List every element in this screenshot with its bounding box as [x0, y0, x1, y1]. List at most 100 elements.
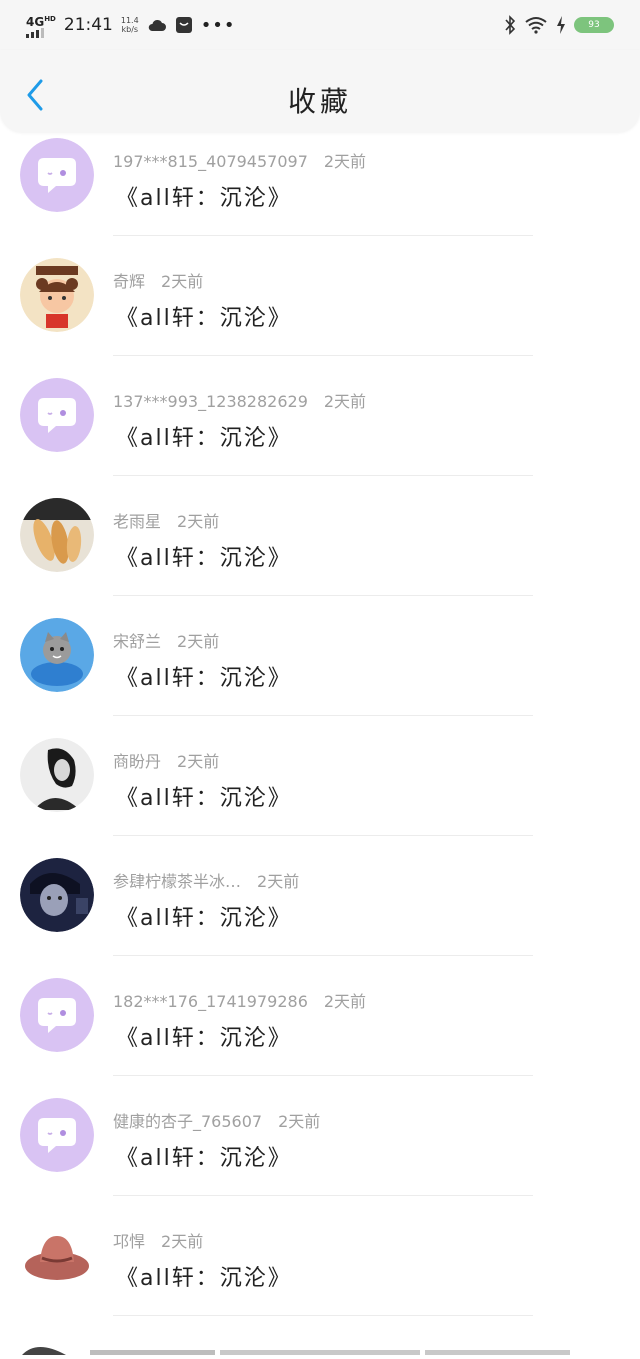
net-speed: 11.4 kb/s: [121, 16, 139, 34]
divider: [113, 475, 533, 476]
list-item[interactable]: 137***993_1238282629 2天前 《all轩：沉沦》: [0, 372, 640, 492]
favorite-title[interactable]: 《all轩：沉沦》: [116, 180, 292, 212]
page-title: 收藏: [287, 85, 352, 118]
item-meta: 老雨星 2天前: [113, 508, 219, 532]
speed-unit: kb/s: [121, 25, 139, 34]
timestamp: 2天前: [323, 152, 367, 171]
network-type: 4G: [26, 14, 45, 29]
user-name[interactable]: 健康的杏子_765607: [113, 1112, 262, 1131]
default-avatar-icon: [20, 978, 94, 1052]
divider: [113, 1075, 533, 1076]
charging-icon: [557, 16, 565, 34]
favorites-list: 197***815_4079457097 2天前 《all轩：沉沦》 奇辉 2天前 …: [0, 132, 640, 1332]
top-nav: 收藏: [0, 50, 640, 132]
divider: [113, 955, 533, 956]
item-meta: 健康的杏子_765607 2天前: [113, 1108, 320, 1132]
cloud-icon: [148, 19, 166, 31]
signal-icon: [26, 27, 56, 38]
user-name[interactable]: 老雨星: [113, 512, 161, 531]
item-meta: 宋舒兰 2天前: [113, 628, 219, 652]
item-meta: 182***176_1741979286 2天前: [113, 988, 366, 1012]
favorite-title[interactable]: 《all轩：沉沦》: [116, 300, 292, 332]
avatar[interactable]: [20, 138, 94, 212]
list-item[interactable]: 参肆柠檬茶半冰… 2天前 《all轩：沉沦》: [0, 852, 640, 972]
timestamp: 2天前: [177, 632, 220, 651]
default-avatar-icon: [20, 378, 94, 452]
status-right: 93: [504, 15, 614, 35]
avatar[interactable]: [20, 738, 94, 812]
wifi-icon: [525, 17, 547, 34]
list-item[interactable]: 邛悍 2天前 《all轩：沉沦》: [0, 1212, 640, 1332]
favorite-title[interactable]: 《all轩：沉沦》: [116, 540, 292, 572]
item-meta: 参肆柠檬茶半冰… 2天前: [113, 868, 299, 892]
divider: [113, 1195, 533, 1196]
avatar[interactable]: [20, 378, 94, 452]
divider: [113, 355, 533, 356]
user-name[interactable]: 奇辉: [113, 272, 145, 291]
user-name[interactable]: 参肆柠檬茶半冰…: [113, 872, 241, 891]
favorite-title[interactable]: 《all轩：沉沦》: [116, 1260, 292, 1292]
divider: [113, 595, 533, 596]
network-indicator: 4GHD: [26, 13, 56, 38]
kitten-avatar-icon: [20, 618, 94, 692]
more-notifications-icon: •••: [200, 14, 236, 36]
list-item[interactable]: 182***176_1741979286 2天前 《all轩：沉沦》: [0, 972, 640, 1092]
item-meta: 137***993_1238282629 2天前: [113, 388, 366, 412]
item-meta: 197***815_4079457097 2天前: [113, 148, 366, 172]
list-item[interactable]: 商盼丹 2天前 《all轩：沉沦》: [0, 732, 640, 852]
divider: [113, 715, 533, 716]
user-name[interactable]: 197***815_4079457097: [113, 152, 308, 171]
list-item[interactable]: 健康的杏子_765607 2天前 《all轩：沉沦》: [0, 1092, 640, 1212]
divider: [113, 1315, 533, 1316]
avatar[interactable]: [20, 618, 94, 692]
girl-cartoon-avatar-icon: [20, 258, 94, 332]
avatar[interactable]: [20, 978, 94, 1052]
bluetooth-icon: [505, 15, 516, 35]
user-name[interactable]: 宋舒兰: [113, 632, 161, 651]
timestamp: 2天前: [177, 752, 220, 771]
default-avatar-icon: [20, 138, 94, 212]
clock: 21:41: [63, 15, 113, 35]
avatar[interactable]: [20, 258, 94, 332]
speed-value: 11.4: [120, 16, 139, 25]
avatar[interactable]: [20, 498, 94, 572]
list-item[interactable]: 老雨星 2天前 《all轩：沉沦》: [0, 492, 640, 612]
favorite-title[interactable]: 《all轩：沉沦》: [116, 780, 292, 812]
favorite-title[interactable]: 《all轩：沉沦》: [116, 1020, 292, 1052]
timestamp: 2天前: [161, 1232, 204, 1251]
avatar[interactable]: [20, 1218, 94, 1292]
item-meta: 邛悍 2天前: [113, 1228, 203, 1252]
status-bar: 4GHD 21:41 11.4 kb/s ••• 93: [0, 0, 640, 50]
hd-label: HD: [44, 14, 56, 23]
divider: [113, 235, 533, 236]
user-name[interactable]: 137***993_1238282629: [113, 392, 308, 411]
list-item[interactable]: 奇辉 2天前 《all轩：沉沦》: [0, 252, 640, 372]
timestamp: 2天前: [323, 992, 367, 1011]
portrait-dark-avatar-icon: [20, 858, 94, 932]
user-name[interactable]: 182***176_1741979286: [113, 992, 308, 1011]
list-item[interactable]: 197***815_4079457097 2天前 《all轩：沉沦》: [0, 132, 640, 252]
portrait-bw-avatar-icon: [20, 738, 94, 812]
avatar[interactable]: [20, 1098, 94, 1172]
favorite-title[interactable]: 《all轩：沉沦》: [116, 900, 292, 932]
default-avatar-icon: [20, 1098, 94, 1172]
favorite-title[interactable]: 《all轩：沉沦》: [116, 1140, 292, 1172]
divider: [113, 835, 533, 836]
timestamp: 2天前: [278, 1112, 321, 1131]
timestamp: 2天前: [323, 392, 367, 411]
avatar[interactable]: [20, 858, 94, 932]
shrimp-avatar-icon: [20, 498, 94, 572]
timestamp: 2天前: [177, 512, 220, 531]
timestamp: 2天前: [161, 272, 204, 291]
list-item[interactable]: 宋舒兰 2天前 《all轩：沉沦》: [0, 612, 640, 732]
battery-level: 93: [588, 20, 600, 30]
item-meta: 奇辉 2天前: [113, 268, 203, 292]
favorite-title[interactable]: 《all轩：沉沦》: [116, 420, 292, 452]
battery-indicator: 93: [574, 17, 614, 33]
user-name[interactable]: 邛悍: [113, 1232, 145, 1251]
user-name[interactable]: 商盼丹: [113, 752, 161, 771]
favorite-title[interactable]: 《all轩：沉沦》: [116, 660, 292, 692]
item-meta: 商盼丹 2天前: [113, 748, 219, 772]
mail-icon: [175, 17, 192, 33]
hat-avatar-icon: [20, 1218, 94, 1292]
